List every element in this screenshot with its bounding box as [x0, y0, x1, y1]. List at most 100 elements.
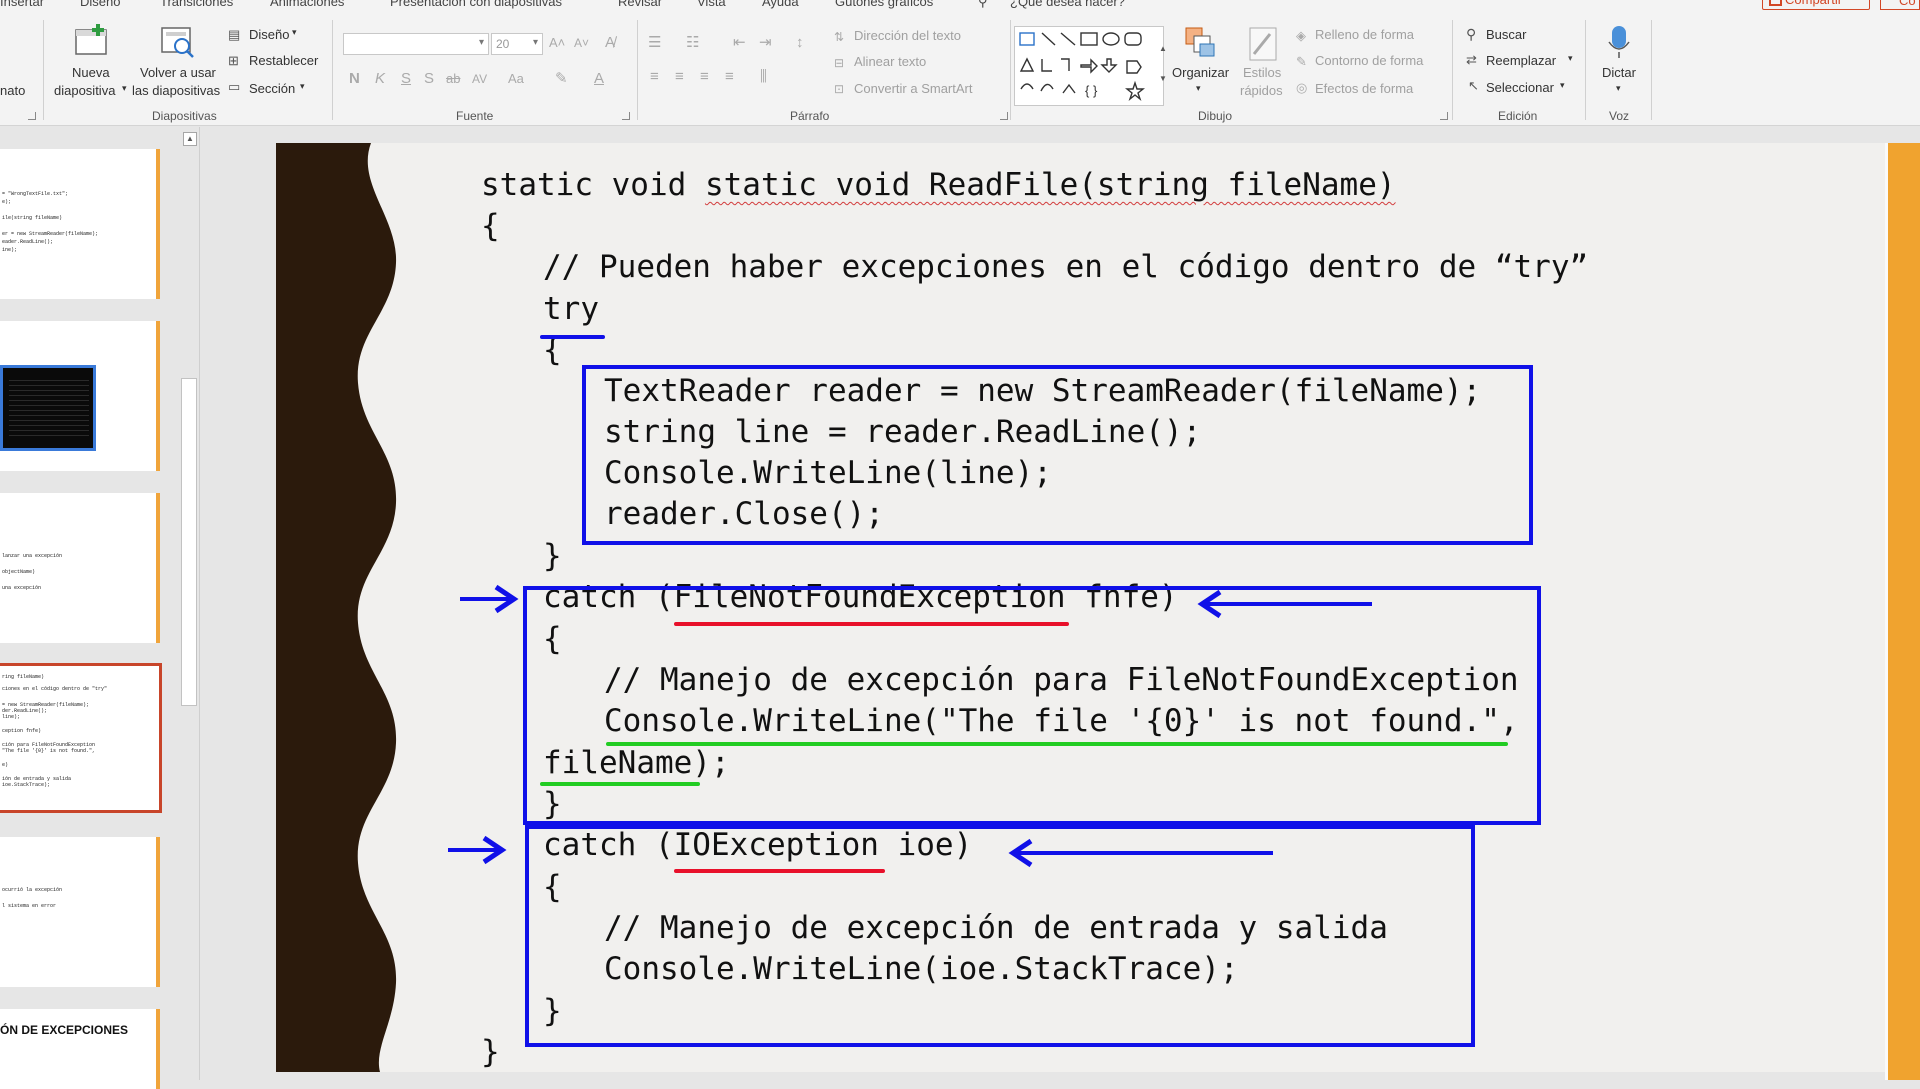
separator	[43, 20, 44, 120]
ioexception-underline	[674, 869, 885, 873]
chevron-down-icon: ▾	[300, 81, 305, 91]
ribbon: nato Nueva diapositiva ▾ Volver a usar l…	[0, 10, 1920, 126]
tab-gutones-graficos[interactable]: Gutones gráficos	[835, 0, 933, 9]
separator	[1452, 20, 1453, 120]
slide-thumbnail[interactable]: ocurrió la excepción l sistema en error	[0, 837, 160, 987]
separator	[1585, 20, 1586, 120]
search-icon: ⚲	[1466, 26, 1477, 42]
quick-styles-icon	[1249, 27, 1277, 61]
justify-icon[interactable]: ≡	[725, 68, 734, 86]
separator	[332, 20, 333, 120]
numbering-icon[interactable]: ☷	[686, 34, 699, 52]
slide-thumbnail[interactable]	[0, 321, 160, 471]
filename-underline	[540, 782, 700, 786]
tab-revisar[interactable]: Revisar	[618, 0, 662, 9]
writeline-underline	[606, 742, 1508, 746]
share-button[interactable]: Compartir	[1762, 0, 1870, 10]
highlight-icon[interactable]: ✎	[555, 70, 568, 88]
shapes-gallery[interactable]: { }	[1014, 26, 1164, 106]
bold-button[interactable]: N	[349, 70, 360, 88]
more-shapes-icon[interactable]: ▼	[1159, 70, 1167, 88]
reset-icon: ⊞	[228, 53, 239, 68]
code-line: }	[543, 538, 562, 574]
chevron-down-icon: ▾	[1616, 83, 1621, 93]
bullets-icon[interactable]: ☰	[648, 34, 661, 52]
clear-formatting-icon[interactable]: A̸	[605, 34, 615, 52]
align-text-icon: ⊟	[834, 56, 845, 70]
shadow-button[interactable]: S	[424, 70, 434, 88]
arrange-icon	[1185, 27, 1215, 57]
catch-ioexception-box[interactable]	[525, 825, 1475, 1047]
code-line: }	[481, 1034, 500, 1070]
align-center-icon[interactable]: ≡	[675, 68, 684, 86]
code-keyword-try: try	[543, 291, 599, 327]
tab-presentacion[interactable]: Presentación con diapositivas	[390, 0, 562, 9]
separator	[1010, 20, 1011, 120]
tab-ayuda[interactable]: Ayuda	[762, 0, 799, 9]
grow-font-icon[interactable]: A˄	[549, 34, 565, 52]
slide-thumbnail[interactable]: ÓN DE EXCEPCIONES	[0, 1009, 160, 1089]
tab-insertar[interactable]: Insertar	[0, 0, 44, 9]
slide-thumbnail[interactable]: = "WrongTextFile.txt"; e); ile(string fi…	[0, 149, 160, 299]
chevron-down-icon: ▾	[1568, 53, 1573, 63]
font-name-combo[interactable]: ▾	[343, 33, 489, 55]
align-left-icon[interactable]: ≡	[650, 68, 659, 86]
chevron-down-icon: ▾	[1196, 83, 1201, 93]
group-label-edicion: Edición	[1498, 109, 1538, 123]
pencil-icon: ✎	[1296, 54, 1307, 69]
change-case-button[interactable]: Aa	[508, 70, 524, 88]
chevron-down-icon: ▾	[532, 37, 538, 48]
try-underline	[540, 335, 605, 339]
code-line: static void static void ReadFile(string …	[481, 167, 1396, 203]
tab-transiciones[interactable]: Transiciones	[160, 0, 233, 9]
decrease-indent-icon[interactable]: ⇤	[733, 34, 746, 52]
drawing-launcher-icon[interactable]	[1440, 112, 1448, 120]
arrow-left-icon	[1008, 838, 1273, 868]
svg-text:{ }: { }	[1085, 83, 1098, 98]
chevron-down-icon: ▾	[478, 37, 484, 48]
separator	[1651, 20, 1652, 120]
scrollbar-thumb[interactable]	[181, 378, 197, 706]
replace-icon: ⇄	[1466, 52, 1477, 67]
tab-animaciones[interactable]: Animaciones	[270, 0, 344, 9]
strikethrough-button[interactable]: ab	[446, 70, 460, 88]
effects-icon: ◎	[1296, 80, 1308, 95]
cursor-icon: ↖	[1468, 78, 1479, 93]
tab-vista[interactable]: Vista	[697, 0, 726, 9]
filenotfound-underline	[674, 622, 1069, 626]
tell-me-box[interactable]: ¿Qué desea hacer?	[1010, 0, 1125, 9]
char-spacing-button[interactable]: AV	[472, 70, 487, 88]
group-label-voz: Voz	[1609, 109, 1630, 123]
font-color-icon[interactable]: A	[594, 70, 604, 88]
clipboard-launcher-icon[interactable]	[28, 112, 36, 120]
format-painter-label[interactable]: nato	[0, 83, 25, 98]
chevron-down-icon: ▾	[292, 27, 297, 37]
tab-diseno[interactable]: Diseño	[80, 0, 120, 9]
font-size-combo[interactable]: 20 ▾	[491, 33, 543, 55]
paragraph-launcher-icon[interactable]	[1000, 112, 1008, 120]
comments-button[interactable]: Co	[1880, 0, 1920, 10]
align-right-icon[interactable]: ≡	[700, 68, 709, 86]
try-block-box[interactable]	[582, 365, 1533, 545]
arrow-right-icon	[448, 835, 507, 865]
font-launcher-icon[interactable]	[622, 112, 630, 120]
lightbulb-icon: ⚲	[978, 0, 988, 9]
scroll-up-icon[interactable]: ▲	[183, 132, 197, 146]
underline-button[interactable]: S	[401, 70, 411, 88]
arrow-right-icon	[460, 584, 519, 614]
arrow-left-icon	[1197, 589, 1372, 619]
reuse-slides-icon	[161, 27, 194, 58]
columns-icon[interactable]: ⫼	[760, 68, 767, 86]
slide-thumbnail[interactable]: lanzar una excepción objectName) una exc…	[0, 493, 160, 643]
group-label-diapositivas: Diapositivas	[152, 109, 217, 123]
slide-thumbnail-selected[interactable]: ring fileName) ciones en el código dentr…	[0, 663, 162, 813]
slide-thumbnail-panel: = "WrongTextFile.txt"; e); ile(string fi…	[0, 127, 200, 1089]
shrink-font-icon[interactable]: A˅	[574, 34, 589, 52]
increase-indent-icon[interactable]: ⇥	[759, 34, 772, 52]
orange-accent-bar	[1888, 143, 1920, 1080]
italic-button[interactable]: K	[375, 70, 385, 88]
line-spacing-icon[interactable]: ↕	[796, 34, 804, 52]
scroll-up-icon[interactable]: ▲	[1159, 40, 1167, 58]
ribbon-tab-strip: Insertar Diseño Transiciones Animaciones…	[0, 0, 1920, 10]
paint-bucket-icon: ◈	[1296, 28, 1306, 43]
